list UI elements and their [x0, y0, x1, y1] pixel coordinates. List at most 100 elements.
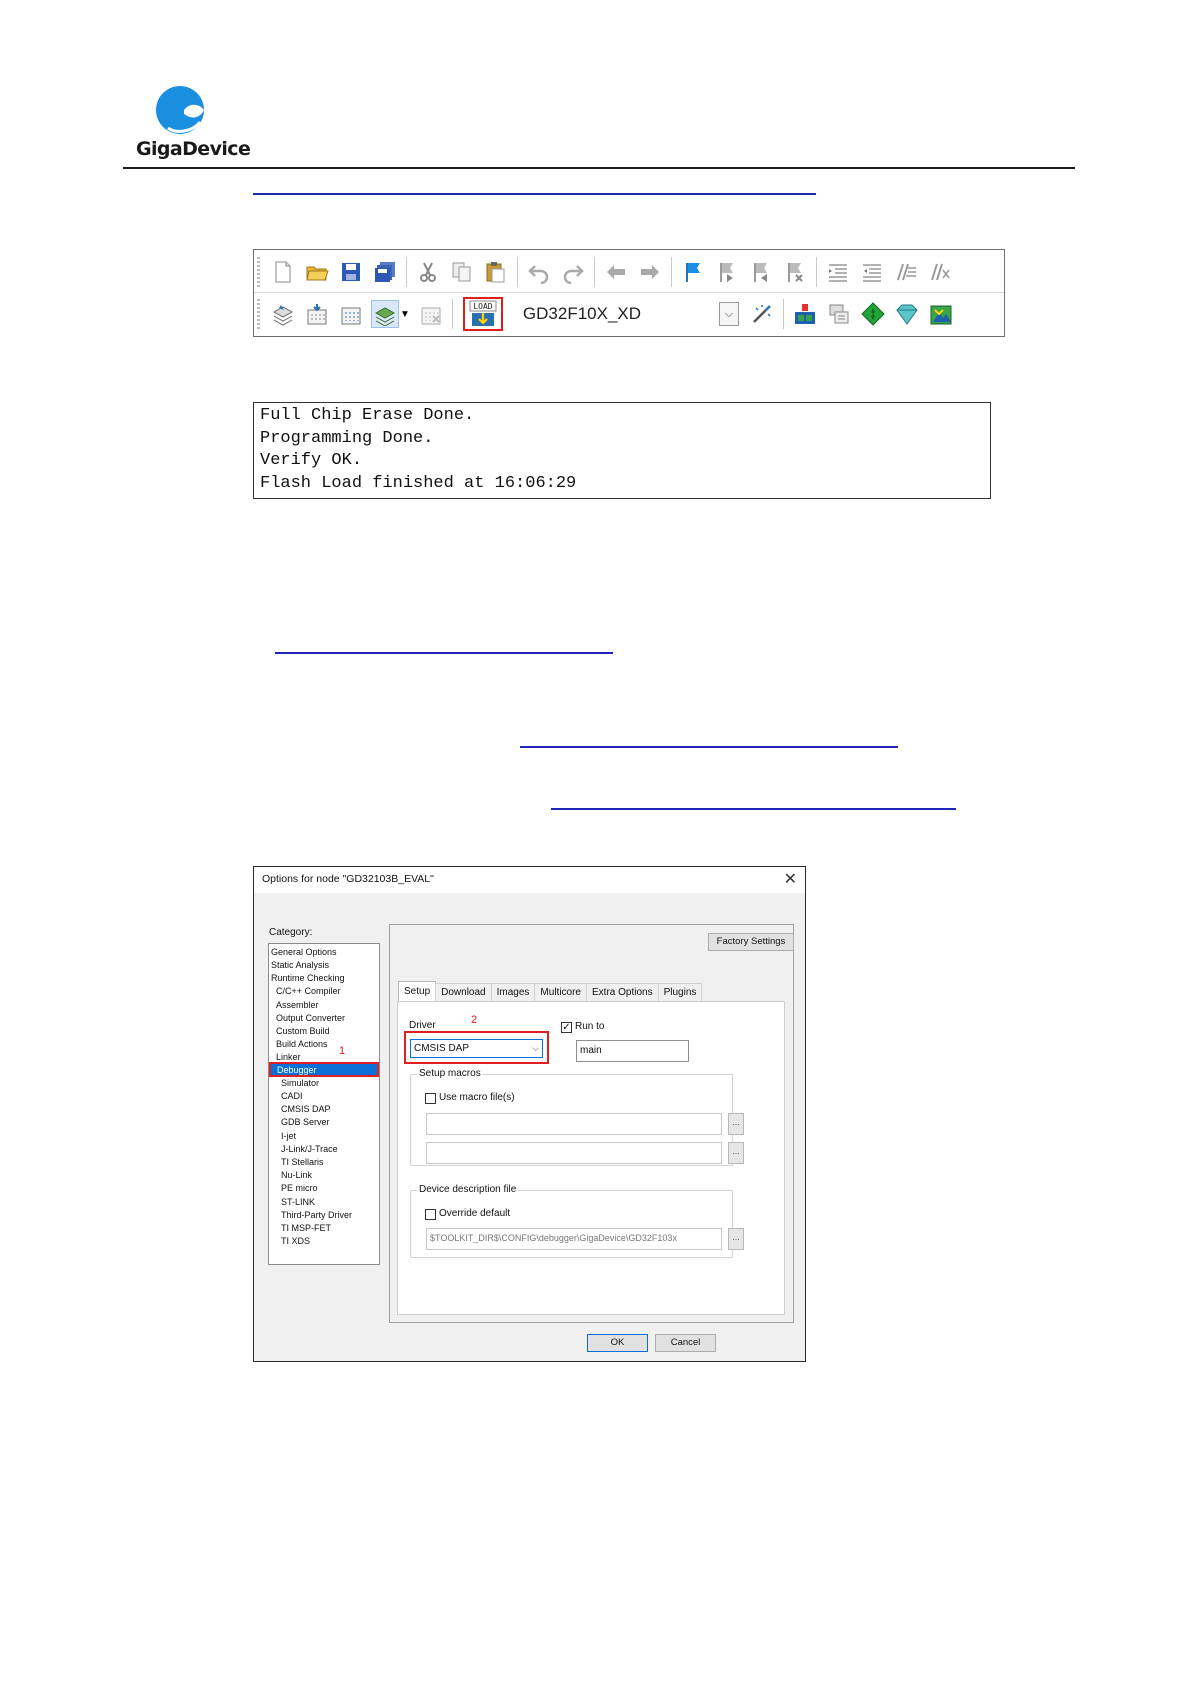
break-icon[interactable] — [893, 300, 921, 328]
setup-macros-group: Setup macros Use macro file(s) ... ... — [410, 1068, 744, 1166]
cancel-button[interactable]: Cancel — [655, 1334, 716, 1352]
category-list[interactable]: General Options Static Analysis Runtime … — [268, 943, 380, 1265]
device-description-group: Device description file Override default… — [410, 1184, 744, 1258]
category-item[interactable]: Output Converter — [276, 1012, 345, 1024]
browse-button[interactable]: ... — [728, 1113, 744, 1135]
category-item[interactable]: TI Stellaris — [281, 1156, 324, 1168]
unindent-icon[interactable] — [858, 258, 886, 286]
undo-icon[interactable] — [525, 258, 553, 286]
target-combo[interactable]: GD32F10X_XD — [523, 304, 719, 324]
make-icon[interactable] — [303, 300, 331, 328]
log-line: Programming Done. — [260, 428, 434, 448]
category-item-selected[interactable]: Debugger — [269, 1062, 379, 1077]
debug-icon[interactable] — [791, 300, 819, 328]
browse-button[interactable]: ... — [728, 1228, 744, 1250]
browse-button[interactable]: ... — [728, 1142, 744, 1164]
close-icon[interactable]: ✕ — [784, 869, 797, 889]
category-item[interactable]: CMSIS DAP — [281, 1103, 331, 1115]
category-item[interactable]: Static Analysis — [271, 959, 329, 971]
debug-without-download-icon[interactable] — [825, 300, 853, 328]
category-item[interactable]: Assembler — [276, 999, 319, 1011]
copy-icon[interactable] — [448, 258, 476, 286]
redo-icon[interactable] — [559, 258, 587, 286]
rebuild-icon[interactable] — [337, 300, 365, 328]
category-item[interactable]: C/C++ Compiler — [276, 985, 341, 997]
company-logo: GigaDevice — [132, 84, 251, 164]
stop-build-icon[interactable] — [417, 300, 445, 328]
link-underline[interactable] — [551, 808, 956, 810]
save-icon[interactable] — [337, 258, 365, 286]
bookmark-clear-icon[interactable] — [781, 258, 809, 286]
category-item[interactable]: Third-Party Driver — [281, 1209, 352, 1221]
run-to-checkbox[interactable]: ✓ — [561, 1022, 572, 1033]
options-icon[interactable] — [748, 300, 776, 328]
factory-settings-button[interactable]: Factory Settings — [708, 933, 794, 951]
svg-text:LOAD: LOAD — [473, 302, 492, 311]
override-default-checkbox[interactable] — [425, 1209, 436, 1220]
logo-mark-icon — [156, 86, 204, 134]
batch-build-icon[interactable] — [371, 300, 399, 328]
driver-label: Driver — [409, 1020, 436, 1031]
open-folder-icon[interactable] — [303, 258, 331, 286]
tab-download[interactable]: Download — [435, 983, 492, 1001]
bookmark-icon[interactable] — [679, 258, 707, 286]
category-item[interactable]: I-jet — [281, 1130, 296, 1142]
link-underline[interactable] — [275, 652, 613, 654]
cut-icon[interactable] — [414, 258, 442, 286]
macro-file-input[interactable] — [426, 1113, 722, 1135]
use-macro-checkbox[interactable] — [425, 1093, 436, 1104]
options-dialog: Options for node "GD32103B_EVAL" ✕ Categ… — [253, 866, 806, 1362]
category-item[interactable]: Nu-Link — [281, 1169, 312, 1181]
paste-icon[interactable] — [482, 258, 510, 286]
driver-select[interactable]: CMSIS DAP ⌵ — [410, 1039, 543, 1058]
category-item[interactable]: J-Link/J-Trace — [281, 1143, 338, 1155]
category-item[interactable]: Simulator — [281, 1077, 319, 1089]
new-file-icon[interactable] — [269, 258, 297, 286]
category-item[interactable]: Build Actions — [276, 1038, 328, 1050]
link-underline[interactable] — [520, 746, 898, 748]
link-underline[interactable] — [253, 193, 816, 195]
category-item[interactable]: ST-LINK — [281, 1196, 315, 1208]
tab-plugins[interactable]: Plugins — [657, 983, 703, 1001]
indent-icon[interactable] — [824, 258, 852, 286]
tab-multicore[interactable]: Multicore — [534, 983, 587, 1001]
device-description-input[interactable]: $TOOLKIT_DIR$\CONFIG\debugger\GigaDevice… — [426, 1228, 722, 1250]
tab-images[interactable]: Images — [490, 983, 536, 1001]
go-icon[interactable] — [859, 300, 887, 328]
category-item[interactable]: TI XDS — [281, 1235, 310, 1247]
save-all-icon[interactable] — [371, 258, 399, 286]
download-load-button[interactable]: LOAD — [462, 297, 503, 331]
category-item[interactable]: TI MSP-FET — [281, 1222, 331, 1234]
category-item[interactable]: CADI — [281, 1090, 303, 1102]
comment-icon[interactable] — [892, 258, 920, 286]
target-combo-dropdown-icon[interactable]: ⌵ — [718, 302, 739, 326]
toolbar-grip[interactable] — [257, 299, 260, 329]
ok-button[interactable]: OK — [587, 1334, 648, 1352]
annotation-marker: 2 — [471, 1014, 478, 1026]
download-load-icon: LOAD — [469, 300, 497, 326]
macro-file-input[interactable] — [426, 1142, 722, 1164]
bookmark-next-icon[interactable] — [713, 258, 741, 286]
category-item[interactable]: Runtime Checking — [271, 972, 345, 984]
bookmark-prev-icon[interactable] — [747, 258, 775, 286]
run-to-input[interactable]: main — [576, 1040, 689, 1062]
navigate-forward-icon[interactable] — [636, 258, 664, 286]
driver-select-value: CMSIS DAP — [414, 1043, 470, 1054]
navigate-back-icon[interactable] — [602, 258, 630, 286]
batch-build-dropdown-icon[interactable]: ▼ — [400, 309, 410, 320]
category-item[interactable]: PE micro — [281, 1182, 318, 1194]
category-item[interactable]: Custom Build — [276, 1025, 330, 1037]
dialog-titlebar: Options for node "GD32103B_EVAL" ✕ — [254, 867, 805, 893]
toolbar-separator — [594, 257, 595, 287]
log-line: Full Chip Erase Done. — [260, 406, 475, 425]
uncomment-icon[interactable] — [926, 258, 954, 286]
category-item[interactable]: GDB Server — [281, 1116, 330, 1128]
reset-icon[interactable] — [927, 300, 955, 328]
toolbar-grip[interactable] — [257, 257, 260, 287]
compile-icon[interactable] — [269, 300, 297, 328]
tab-setup[interactable]: Setup — [398, 981, 437, 1001]
category-item[interactable]: General Options — [271, 946, 337, 958]
annotation-marker: 1 — [339, 1045, 346, 1057]
tab-extra-options[interactable]: Extra Options — [586, 983, 659, 1001]
dialog-title: Options for node "GD32103B_EVAL" — [262, 873, 434, 885]
